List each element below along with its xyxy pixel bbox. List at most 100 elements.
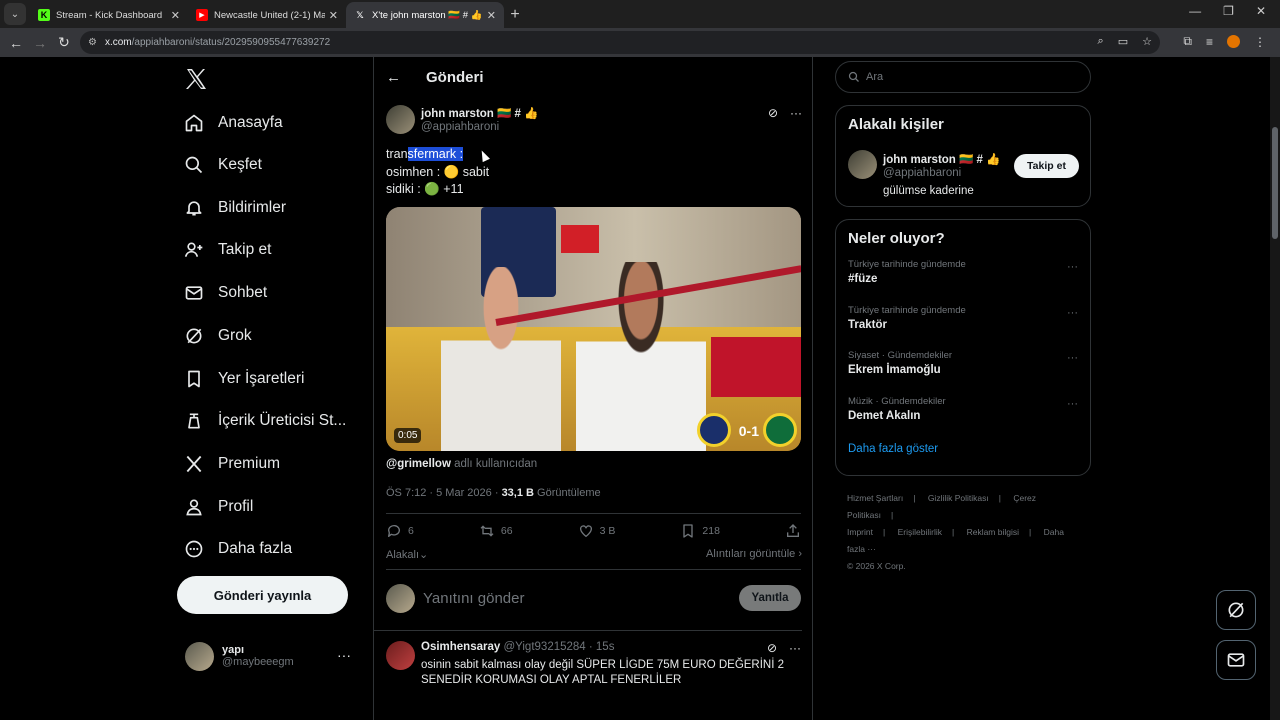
messages-button[interactable] [1216,640,1256,680]
close-icon[interactable]: ✕ [329,9,338,22]
close-icon[interactable]: ✕ [171,9,180,22]
search-input[interactable]: Ara [835,61,1091,93]
share-button[interactable] [785,523,801,539]
reload-icon[interactable]: ↻ [52,34,76,51]
trend-item[interactable]: Müzik · Gündemdekiler Demet Akalın ··· [836,394,1090,440]
related-user-name[interactable]: john marston 🇱🇹 # 👍 [883,152,1000,166]
sidebar-item-profile[interactable]: Profil [184,489,253,525]
sidebar-item-premium[interactable]: Premium [184,446,280,482]
tab-kick[interactable]: K Stream - Kick Dashboard ✕ [30,2,188,28]
more-icon[interactable]: ··· [790,106,802,120]
minimize-icon[interactable]: — [1189,4,1201,18]
tab-youtube[interactable]: ▶ Newcastle United (2-1) Manche ✕ [188,2,346,28]
scrollbar-thumb[interactable] [1272,127,1278,239]
panel-title: Alakalı kişiler [848,116,944,133]
trend-item[interactable]: Türkiye tarihinde gündemde #füze ··· [836,257,1090,303]
back-icon[interactable]: ← [4,35,28,51]
view-quotes-link[interactable]: Alıntıları görüntüle › [706,548,802,560]
avatar[interactable] [848,150,877,179]
grok-icon[interactable]: ⊘ [768,106,778,120]
extensions-icon[interactable]: ⧉ [1183,34,1192,49]
copyright: © 2026 X Corp. [847,561,906,571]
reply-submit-button[interactable]: Yanıtla [739,585,801,611]
trend-item[interactable]: Siyaset · Gündemdekiler Ekrem İmamoğlu ·… [836,348,1090,394]
more-icon[interactable]: ··· [1067,352,1078,364]
credit-user[interactable]: @grimellow [386,458,451,470]
reply-author-name[interactable]: Osimhensaray [421,641,500,653]
show-more-link[interactable]: Daha fazla göster [836,443,1090,455]
close-icon[interactable]: ✕ [487,9,496,22]
star-icon[interactable]: ☆ [1142,35,1152,48]
post-text: transfermark : osimhen : 🟡 sabit sidiki … [386,146,489,199]
grok-icon [1228,602,1244,618]
avatar[interactable] [386,105,415,134]
repost-button[interactable]: 66 [479,523,513,539]
more-icon[interactable]: ··· [1067,307,1078,319]
bookmark-button[interactable]: 218 [680,523,720,539]
mail-icon [1227,653,1245,667]
video-frame-cushion [711,337,801,397]
post-button[interactable]: Gönderi yayınla [177,576,348,614]
grok-icon [186,328,202,344]
footer-link[interactable]: Hizmet Şartları [847,493,903,503]
sidebar-item-bookmarks[interactable]: Yer İşaretleri [184,361,304,397]
sidebar-item-more[interactable]: Daha fazla [184,531,292,567]
footer-link[interactable]: Daha fazla ··· [847,527,1064,554]
reply-handle-time: @Yigt93215284 · 15s [500,641,615,653]
related-user-handle[interactable]: @appiahbaroni [883,167,961,179]
tab-x-post[interactable]: 𝕏 X'te john marston 🇱🇹 # 👍: "tran ✕ [346,2,504,28]
sidebar-item-grok[interactable]: Grok [184,318,252,354]
sidebar-item-chat[interactable]: Sohbet [184,275,267,311]
post-author-name[interactable]: john marston 🇱🇹 # 👍 [421,106,538,120]
close-window-icon[interactable]: ✕ [1256,4,1266,18]
post-text-line: tran [386,147,408,161]
reply-input[interactable]: Yanıtını gönder [423,590,739,607]
sidebar-item-notifications[interactable]: Bildirimler [184,190,286,226]
footer-link[interactable]: Gizlilik Politikası [928,493,989,503]
back-arrow-icon[interactable]: ← [386,69,426,86]
sidebar-item-explore[interactable]: Keşfet [184,147,262,183]
site-info-icon[interactable]: ⚙ [88,37,97,48]
follow-button[interactable]: Takip et [1014,154,1079,178]
footer-link[interactable]: Erişilebilirlik [898,527,942,537]
relevant-dropdown[interactable]: Alakalı⌄ [386,548,428,561]
scrollbar[interactable] [1270,57,1280,720]
address-bar[interactable]: ⚙ x.com/appiahbaroni/status/202959095547… [80,31,1160,54]
profile-avatar[interactable] [1227,35,1240,48]
more-icon[interactable]: ··· [1067,398,1078,410]
search-icon [185,156,203,174]
footer-link[interactable]: Reklam bilgisi [967,527,1019,537]
new-tab-button[interactable]: + [504,6,526,24]
more-icon[interactable]: ··· [1067,261,1078,273]
zoom-icon[interactable]: ⌕ [1098,35,1104,48]
account-handle: @maybeeegm [222,656,294,668]
avatar[interactable] [386,641,415,670]
footer-link[interactable]: Imprint [847,527,873,537]
post-author-handle[interactable]: @appiahbaroni [421,121,499,133]
sidebar-item-creator-studio[interactable]: İçerik Üreticisi St... [184,403,346,439]
reading-list-icon[interactable]: ≡ [1206,35,1213,49]
like-count: 3 B [599,525,616,537]
browser-toolbar: ← → ↻ ⚙ x.com/appiahbaroni/status/202959… [0,28,1280,57]
post-video[interactable]: 0-1 0:05 [386,207,801,451]
reply-button[interactable]: 6 [386,523,414,539]
like-button[interactable]: 3 B [578,523,616,539]
x-logo-icon[interactable] [184,67,208,91]
more-icon[interactable]: ··· [789,641,801,655]
sidebar-item-home[interactable]: Anasayfa [184,105,283,141]
forward-icon[interactable]: → [28,35,52,51]
cast-icon[interactable]: ▭ [1118,35,1128,48]
window-controls: — ❐ ✕ [1189,4,1280,18]
search-icon [848,71,859,82]
trend-item[interactable]: Türkiye tarihinde gündemde Traktör ··· [836,303,1090,349]
maximize-icon[interactable]: ❐ [1223,4,1234,18]
menu-icon[interactable]: ⋮ [1254,35,1266,49]
sidebar-item-follow[interactable]: Takip et [184,232,271,268]
grok-icon[interactable]: ⊘ [767,641,777,655]
more-icon[interactable]: ··· [337,647,351,663]
trend-title: #füze [848,273,878,285]
tab-search-button[interactable]: ⌄ [4,3,26,25]
post-timestamp[interactable]: ÖS 7:12 · 5 Mar 2026 · [386,487,502,499]
account-switcher[interactable]: yapı @maybeeegm ··· [185,641,365,671]
grok-button[interactable] [1216,590,1256,630]
